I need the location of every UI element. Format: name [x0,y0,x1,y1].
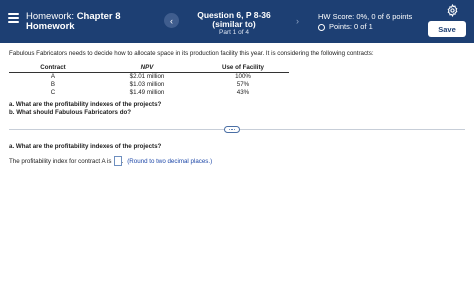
chapter-label: Chapter 8 [76,11,121,22]
table-row: A $2.01 million 100% [9,73,289,82]
points-value: Points: 0 of 1 [329,22,373,31]
table-row: C $1.49 million 43% [9,89,289,97]
rounding-hint: (Round to two decimal places.) [127,157,213,165]
contract-cell: A [50,73,56,80]
points-circle-icon [318,23,325,31]
contract-cell: B [50,81,56,88]
answer-period: . [121,157,124,165]
previous-question-button[interactable]: ‹ [164,13,179,28]
contracts-table: Contract NPV Use of Facility A $2.01 mil… [9,64,289,97]
facility-use-cell: 57% [236,81,250,88]
npv-cell: $1.03 million [129,81,165,88]
column-header-use-of-facility: Use of Facility [197,64,289,73]
save-button[interactable]: Save [428,21,466,37]
npv-cell: $1.49 million [129,89,165,96]
answer-prompt: The profitability index for contract A i… [9,157,112,165]
homework-subtitle: Homework [26,21,75,32]
expand-more-button[interactable] [224,126,240,133]
question-a: a. What are the profitability indexes of… [9,101,162,108]
question-list: a. What are the profitability indexes of… [9,101,161,117]
homework-title: Homework: Chapter 8 Homework [26,12,121,32]
facility-use-cell: 100% [235,73,251,80]
answer-row: The profitability index for contract A i… [9,156,212,166]
profitability-index-input[interactable] [113,156,122,166]
hw-score: HW Score: 0%, 0 of 6 points [318,12,413,21]
gear-icon[interactable] [446,4,459,17]
table-row: B $1.03 million 57% [9,81,289,89]
question-title: Question 6, P 8-36 (similar to) [197,10,271,29]
question-part: Part 1 of 4 [219,29,249,36]
contract-cell: C [50,89,56,96]
top-bar: Homework: Chapter 8 Homework ‹ Question … [0,0,474,43]
facility-use-cell: 43% [236,89,250,96]
column-header-npv: NPV [97,64,197,73]
current-question: a. What are the profitability indexes of… [9,143,162,150]
question-b: b. What should Fabulous Fabricators do? [9,109,132,116]
next-question-button[interactable]: › [290,13,305,28]
score-panel: HW Score: 0%, 0 of 6 points Points: 0 of… [318,12,412,32]
menu-icon[interactable] [8,13,19,23]
problem-intro: Fabulous Fabricators needs to decide how… [9,50,374,57]
npv-cell: $2.01 million [129,73,165,80]
column-header-contract: Contract [9,64,97,73]
table-header-row: Contract NPV Use of Facility [9,64,289,73]
